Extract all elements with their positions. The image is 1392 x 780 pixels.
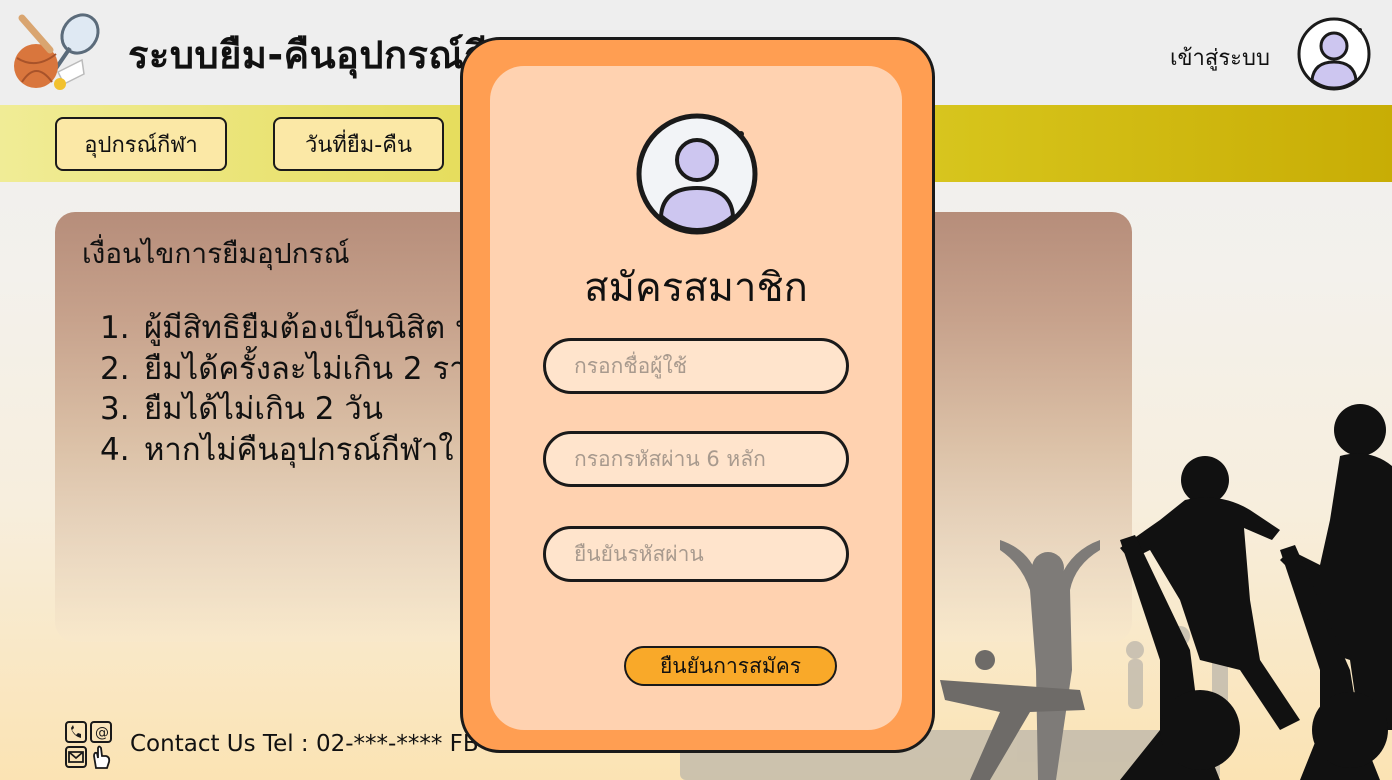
confirm-register-button[interactable]: ยืนยันการสมัคร [624,646,837,686]
nav-borrow-return-date-button[interactable]: วันที่ยืม-คืน [273,117,444,171]
rule-number: 4. [100,431,130,468]
rule-number: 3. [100,391,130,427]
user-avatar-icon [636,113,758,235]
rule-number: 1. [100,310,130,346]
contact-icons: @ [65,721,112,769]
confirm-password-input[interactable] [543,526,849,582]
login-link[interactable]: เข้าสู่ระบบ [1170,40,1270,75]
register-title: สมัครสมาชิก [584,265,808,311]
contact-info: Contact Us Tel : 02-***-**** FB [130,731,479,757]
password-input[interactable] [543,431,849,487]
nav-sports-equipment-button[interactable]: อุปกรณ์กีฬา [55,117,227,171]
conditions-title: เงื่อนไขการยืมอุปกรณ์ [82,237,350,270]
sports-equipment-logo [14,13,100,90]
username-input[interactable] [543,338,849,394]
user-avatar-icon[interactable] [1296,16,1372,92]
rule-number: 2. [100,350,130,387]
svg-text:@: @ [95,725,109,741]
